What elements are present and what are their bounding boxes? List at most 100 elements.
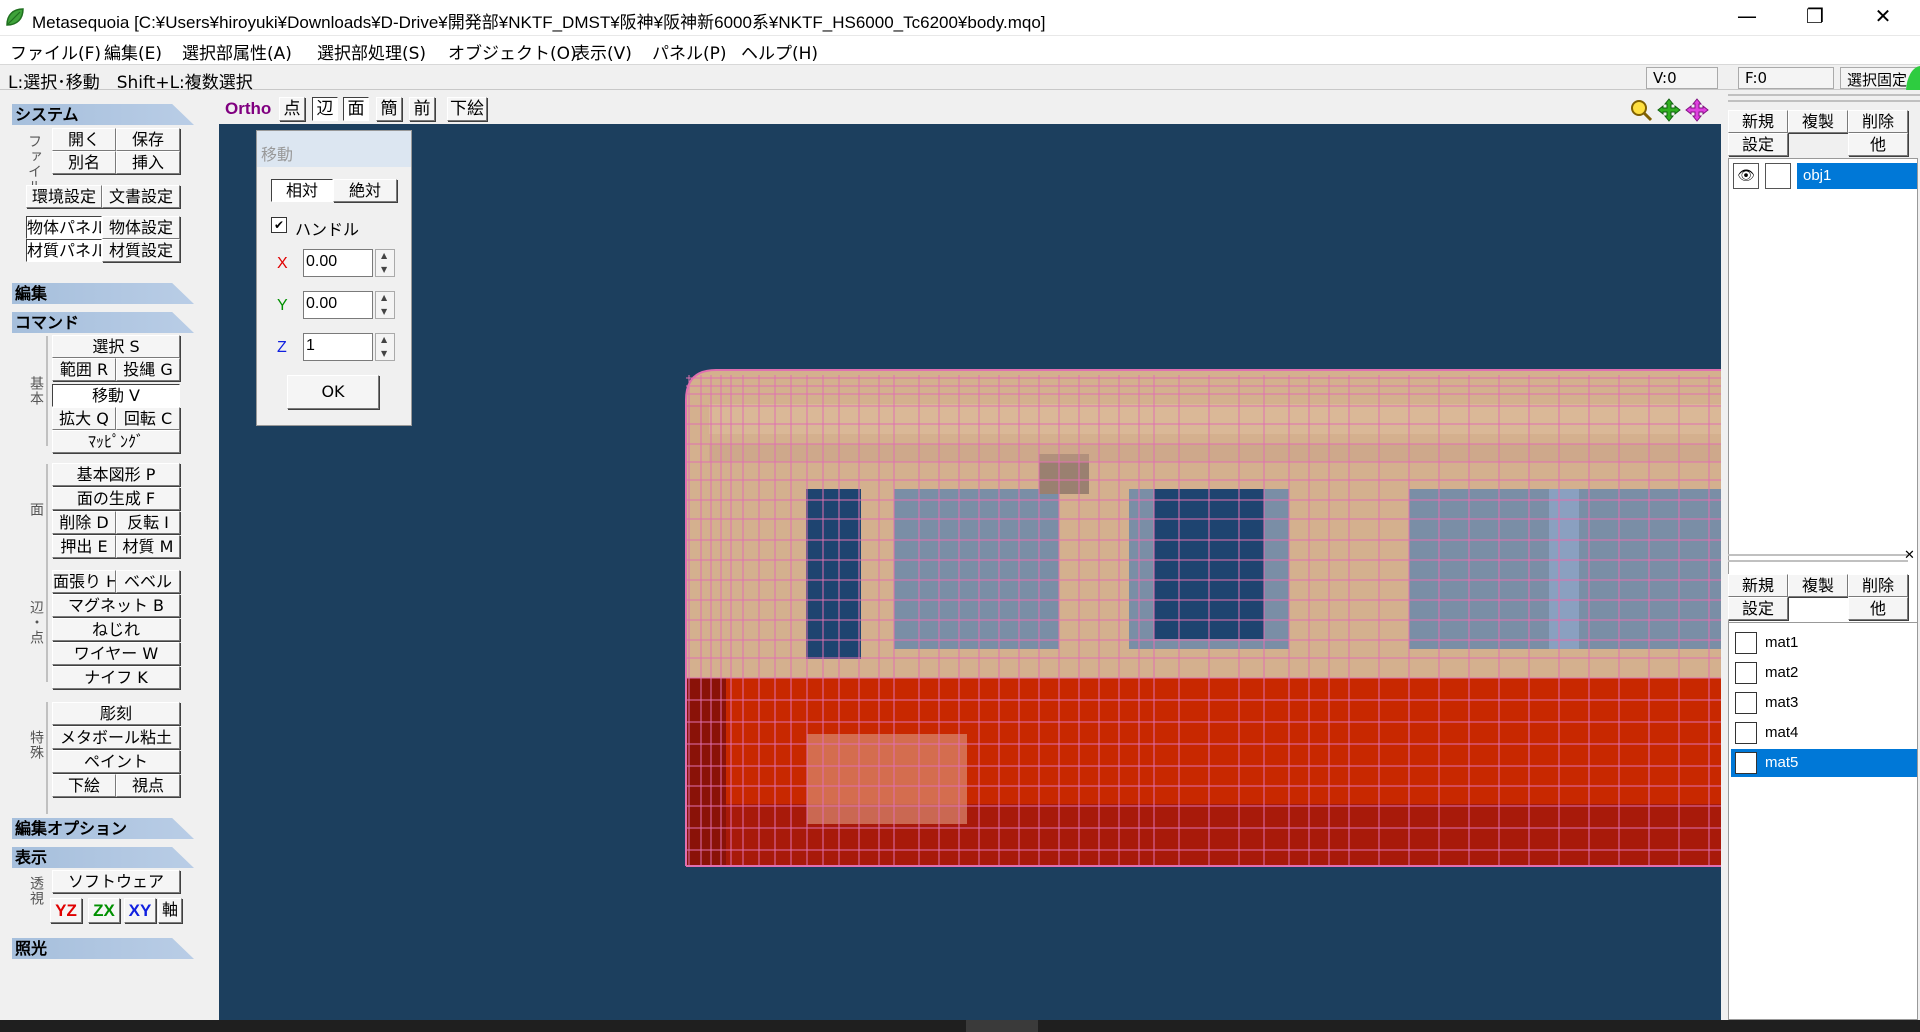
range-tool-button[interactable]: 範囲 R bbox=[52, 358, 116, 381]
underlay-tool-button[interactable]: 下絵 bbox=[52, 774, 116, 797]
material-tool-button[interactable]: 材質 M bbox=[116, 535, 180, 558]
viewport-3d[interactable] bbox=[219, 124, 1721, 1020]
select-tool-button[interactable]: 選択 S bbox=[52, 335, 180, 358]
lasso-tool-button[interactable]: 投縄 G bbox=[116, 358, 180, 381]
section-edit-options[interactable]: 編集オプション bbox=[12, 818, 194, 839]
save-as-button[interactable]: 別名 bbox=[52, 151, 116, 174]
object-copy-button[interactable]: 複製 bbox=[1788, 110, 1848, 133]
object-row[interactable]: 👁 obj1 bbox=[1731, 161, 1917, 191]
material-row[interactable]: mat4 bbox=[1731, 719, 1917, 747]
zx-view-button[interactable]: ZX bbox=[88, 898, 120, 923]
menu-object[interactable]: オブジェクト(O) bbox=[448, 39, 577, 64]
x-value-input[interactable]: 0.00 bbox=[303, 249, 373, 277]
object-settings-button[interactable]: 物体設定 bbox=[102, 216, 180, 239]
material-settings-button[interactable]: 設定 bbox=[1728, 597, 1788, 620]
material-checkbox[interactable] bbox=[1735, 692, 1757, 714]
open-button[interactable]: 開く bbox=[52, 128, 116, 151]
material-panel-close-icon[interactable]: ✕ bbox=[1904, 548, 1915, 563]
face-generate-button[interactable]: 面の生成 F bbox=[52, 487, 180, 510]
move-tool-button[interactable]: 移動 V bbox=[52, 384, 180, 407]
section-command[interactable]: コマンド bbox=[12, 312, 194, 333]
zoom-icon[interactable] bbox=[1629, 98, 1653, 122]
edge-mode-button[interactable]: 辺 bbox=[312, 97, 338, 121]
software-render-button[interactable]: ソフトウェア bbox=[52, 870, 180, 893]
material-other-button[interactable]: 他 bbox=[1848, 597, 1908, 620]
face-stretch-button[interactable]: 面張り H bbox=[52, 570, 116, 593]
underlay-view-button[interactable]: 下絵 bbox=[447, 97, 487, 121]
absolute-mode-button[interactable]: 絶対 bbox=[333, 179, 397, 202]
z-spinner[interactable] bbox=[375, 333, 395, 361]
section-system[interactable]: システム bbox=[12, 104, 194, 125]
face-mode-button[interactable]: 面 bbox=[343, 97, 369, 121]
rotate-tool-button[interactable]: 回転 C bbox=[116, 407, 180, 430]
twist-tool-button[interactable]: ねじれ bbox=[52, 618, 180, 641]
front-view-button[interactable]: 前 bbox=[409, 97, 435, 121]
material-panel-toggle[interactable]: 材質パネル bbox=[26, 239, 102, 262]
object-delete-button[interactable]: 削除 bbox=[1848, 110, 1908, 133]
material-row[interactable]: mat3 bbox=[1731, 689, 1917, 717]
wire-tool-button[interactable]: ワイヤー W bbox=[52, 642, 180, 665]
menu-selection-attributes[interactable]: 選択部属性(A) bbox=[182, 39, 292, 64]
relative-mode-button[interactable]: 相対 bbox=[271, 179, 333, 202]
y-value-input[interactable]: 0.00 bbox=[303, 291, 373, 319]
env-settings-button[interactable]: 環境設定 bbox=[26, 185, 102, 208]
section-display[interactable]: 表示 bbox=[12, 847, 194, 868]
xy-view-button[interactable]: XY bbox=[124, 898, 156, 923]
menu-view[interactable]: 表示(V) bbox=[573, 39, 632, 64]
material-row[interactable]: mat1 bbox=[1731, 629, 1917, 657]
doc-settings-button[interactable]: 文書設定 bbox=[102, 185, 180, 208]
save-button[interactable]: 保存 bbox=[116, 128, 180, 151]
pan-icon[interactable] bbox=[1657, 98, 1681, 122]
menu-selection-process[interactable]: 選択部処理(S) bbox=[317, 39, 426, 64]
magnet-tool-button[interactable]: マグネット B bbox=[52, 594, 180, 617]
bevel-button[interactable]: ベベル bbox=[116, 570, 180, 593]
z-value-input[interactable]: 1 bbox=[303, 333, 373, 361]
menu-help[interactable]: ヘルプ(H) bbox=[741, 39, 818, 64]
material-checkbox[interactable] bbox=[1735, 662, 1757, 684]
paint-tool-button[interactable]: ペイント bbox=[52, 750, 180, 773]
visibility-eye-icon[interactable]: 👁 bbox=[1733, 163, 1759, 189]
material-row-selected[interactable]: mat5 bbox=[1731, 749, 1917, 777]
flip-tool-button[interactable]: 反転 I bbox=[116, 511, 180, 534]
delete-tool-button[interactable]: 削除 D bbox=[52, 511, 116, 534]
y-spinner[interactable] bbox=[375, 291, 395, 319]
object-other-button[interactable]: 他 bbox=[1848, 133, 1908, 156]
close-button[interactable]: ✕ bbox=[1854, 0, 1912, 34]
sculpt-tool-button[interactable]: 彫刻 bbox=[52, 702, 180, 725]
axis-toggle-button[interactable]: 軸 bbox=[158, 898, 182, 923]
mapping-tool-button[interactable]: ﾏｯﾋﾟﾝｸﾞ bbox=[52, 430, 180, 453]
material-new-button[interactable]: 新規 bbox=[1728, 574, 1788, 597]
material-delete-button[interactable]: 削除 bbox=[1848, 574, 1908, 597]
menu-panel[interactable]: パネル(P) bbox=[652, 39, 727, 64]
object-panel-toggle[interactable]: 物体パネル bbox=[26, 216, 102, 239]
primitive-tool-button[interactable]: 基本図形 P bbox=[52, 463, 180, 486]
maximize-button[interactable]: ❐ bbox=[1786, 0, 1844, 34]
rotate-view-icon[interactable] bbox=[1685, 98, 1709, 122]
minimize-button[interactable]: — bbox=[1718, 0, 1776, 34]
object-new-button[interactable]: 新規 bbox=[1728, 110, 1788, 133]
knife-tool-button[interactable]: ナイフ K bbox=[52, 666, 180, 689]
metaball-tool-button[interactable]: メタボール粘土 bbox=[52, 726, 180, 749]
insert-button[interactable]: 挿入 bbox=[116, 151, 180, 174]
section-lighting[interactable]: 照光 bbox=[12, 938, 194, 959]
yz-view-button[interactable]: YZ bbox=[50, 898, 82, 923]
material-checkbox[interactable] bbox=[1735, 632, 1757, 654]
material-settings-button[interactable]: 材質設定 bbox=[102, 239, 180, 262]
handle-checkbox[interactable]: ✔ bbox=[271, 217, 287, 233]
viewpoint-tool-button[interactable]: 視点 bbox=[116, 774, 180, 797]
material-copy-button[interactable]: 複製 bbox=[1788, 574, 1848, 597]
extrude-tool-button[interactable]: 押出 E bbox=[52, 535, 116, 558]
material-checkbox[interactable] bbox=[1735, 752, 1757, 774]
scale-tool-button[interactable]: 拡大 Q bbox=[52, 407, 116, 430]
ortho-toggle[interactable]: Ortho bbox=[225, 99, 271, 119]
object-settings-button[interactable]: 設定 bbox=[1728, 133, 1788, 156]
menu-file[interactable]: ファイル(F) bbox=[10, 39, 101, 64]
menu-edit[interactable]: 編集(E) bbox=[104, 39, 162, 64]
section-edit[interactable]: 編集 bbox=[12, 283, 194, 304]
x-spinner[interactable] bbox=[375, 249, 395, 277]
material-checkbox[interactable] bbox=[1735, 722, 1757, 744]
lock-box[interactable] bbox=[1765, 163, 1791, 189]
ok-button[interactable]: OK bbox=[287, 375, 379, 409]
point-mode-button[interactable]: 点 bbox=[279, 97, 305, 121]
material-row[interactable]: mat2 bbox=[1731, 659, 1917, 687]
